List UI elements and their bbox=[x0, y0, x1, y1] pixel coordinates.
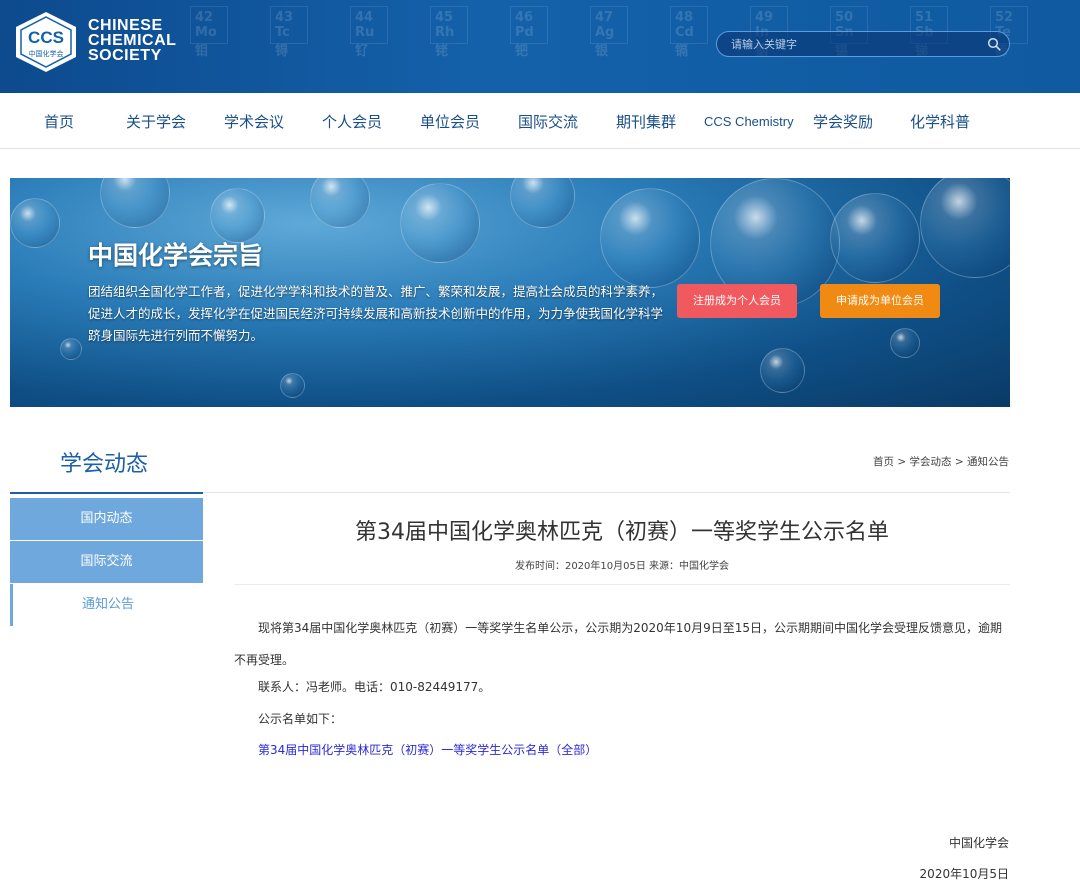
breadcrumb-home[interactable]: 首页 bbox=[873, 456, 894, 468]
banner-description: 团结组织全国化学工作者，促进化学学科和技术的普及、推广、繁荣和发展，提高社会成员… bbox=[88, 284, 664, 343]
nav-item-conferences[interactable]: 学术会议 bbox=[224, 111, 284, 132]
article-list-intro: 公示名单如下： bbox=[258, 712, 343, 726]
nav-item-ccs-chemistry[interactable]: CCS Chemistry bbox=[704, 114, 794, 129]
article-title: 第34届中国化学奥林匹克（初赛）一等奖学生公示名单 bbox=[355, 520, 889, 545]
periodic-cell: 45 Rh 铑 bbox=[430, 6, 468, 59]
award-list-document-link[interactable]: 第34届中国化学奥林匹克（初赛）一等奖学生公示名单（全部） bbox=[258, 741, 597, 758]
section-title-underline bbox=[10, 492, 203, 494]
banner-bubble bbox=[600, 188, 700, 288]
logo-cn-name: 中国化学会 bbox=[29, 49, 64, 58]
article-contact: 联系人：冯老师。电话：010-82449177。 bbox=[258, 680, 491, 694]
nav-item-international[interactable]: 国际交流 bbox=[518, 111, 578, 132]
meta-divider bbox=[234, 584, 1010, 585]
banner-bubble bbox=[920, 178, 1010, 278]
banner-bubble bbox=[100, 178, 170, 228]
breadcrumb-news[interactable]: 学会动态 bbox=[910, 456, 952, 468]
signature-organization: 中国化学会 bbox=[948, 836, 1009, 850]
banner-bubble bbox=[760, 348, 805, 393]
content-divider bbox=[203, 492, 1010, 493]
banner-bubble bbox=[510, 178, 575, 228]
ccs-hexagon-logo-icon[interactable]: CCS 中国化学会 bbox=[12, 10, 80, 74]
logo-line: CHINESE bbox=[88, 17, 163, 34]
banner-bubble bbox=[210, 188, 265, 243]
article-paragraph: 现将第34届中国化学奥林匹克（初赛）一等奖学生名单公示，公示期为2020年10月… bbox=[234, 621, 1002, 667]
periodic-cell: 43 Tc 锝 bbox=[270, 6, 308, 59]
article-meta: 发布时间：2020年10月05日 来源：中国化学会 bbox=[514, 561, 730, 572]
nav-item-journals[interactable]: 期刊集群 bbox=[616, 111, 676, 132]
mission-banner: 中国化学会宗旨 团结组织全国化学工作者，促进化学学科和技术的普及、推广、繁荣和发… bbox=[10, 178, 1010, 407]
periodic-cell: 42 Mo 钼 bbox=[190, 6, 228, 59]
logo-abbr: CCS bbox=[28, 28, 64, 47]
nav-item-awards[interactable]: 学会奖励 bbox=[813, 111, 873, 132]
breadcrumb-notices[interactable]: 通知公告 bbox=[967, 456, 1009, 468]
search-input[interactable] bbox=[731, 36, 971, 53]
search-icon[interactable] bbox=[987, 37, 1001, 51]
main-nav: 首页 关于学会 学术会议 个人会员 单位会员 国际交流 期刊集群 CCS Che… bbox=[0, 93, 1080, 149]
section-title: 学会动态 bbox=[60, 452, 149, 477]
periodic-cell: 46 Pd 钯 bbox=[510, 6, 548, 59]
banner-title: 中国化学会宗旨 bbox=[88, 241, 264, 270]
sidebar-item-international[interactable]: 国际交流 bbox=[10, 541, 203, 583]
breadcrumb: 首页 > 学会动态 > 通知公告 bbox=[873, 456, 1009, 468]
logo-line: CHEMICAL bbox=[88, 32, 177, 49]
banner-bubble bbox=[310, 178, 370, 228]
logo-line: SOCIETY bbox=[88, 47, 162, 64]
register-individual-member-button[interactable]: 注册成为个人会员 bbox=[677, 284, 797, 318]
nav-item-about[interactable]: 关于学会 bbox=[126, 111, 186, 132]
logo-wordmark[interactable]: CHINESE CHEMICAL SOCIETY bbox=[88, 17, 177, 64]
periodic-cell: 44 Ru 钌 bbox=[350, 6, 388, 59]
banner-bubble bbox=[830, 193, 920, 283]
nav-item-institution-members[interactable]: 单位会员 bbox=[420, 111, 480, 132]
periodic-cell: 47 Ag 银 bbox=[590, 6, 628, 59]
banner-bubble bbox=[60, 338, 82, 360]
search-box bbox=[716, 31, 1010, 57]
sidebar-item-notices[interactable]: 通知公告 bbox=[10, 584, 203, 626]
banner-bubble bbox=[280, 373, 305, 398]
signature-date: 2020年10月5日 bbox=[919, 867, 1009, 881]
banner-bubble bbox=[890, 328, 920, 358]
apply-institution-member-button[interactable]: 申请成为单位会员 bbox=[820, 284, 940, 318]
periodic-cell: 48 Cd 镉 bbox=[670, 6, 708, 59]
banner-bubble bbox=[400, 183, 480, 263]
banner-bubble bbox=[10, 198, 60, 248]
sidebar-item-domestic-news[interactable]: 国内动态 bbox=[10, 498, 203, 540]
nav-item-science-popularization[interactable]: 化学科普 bbox=[910, 111, 970, 132]
nav-item-individual-members[interactable]: 个人会员 bbox=[322, 111, 382, 132]
site-header: 42 Mo 钼 43 Tc 锝 44 Ru 钌 45 Rh 铑 46 Pd 钯 47 Ag… bbox=[0, 0, 1080, 93]
nav-item-home[interactable]: 首页 bbox=[44, 111, 74, 132]
